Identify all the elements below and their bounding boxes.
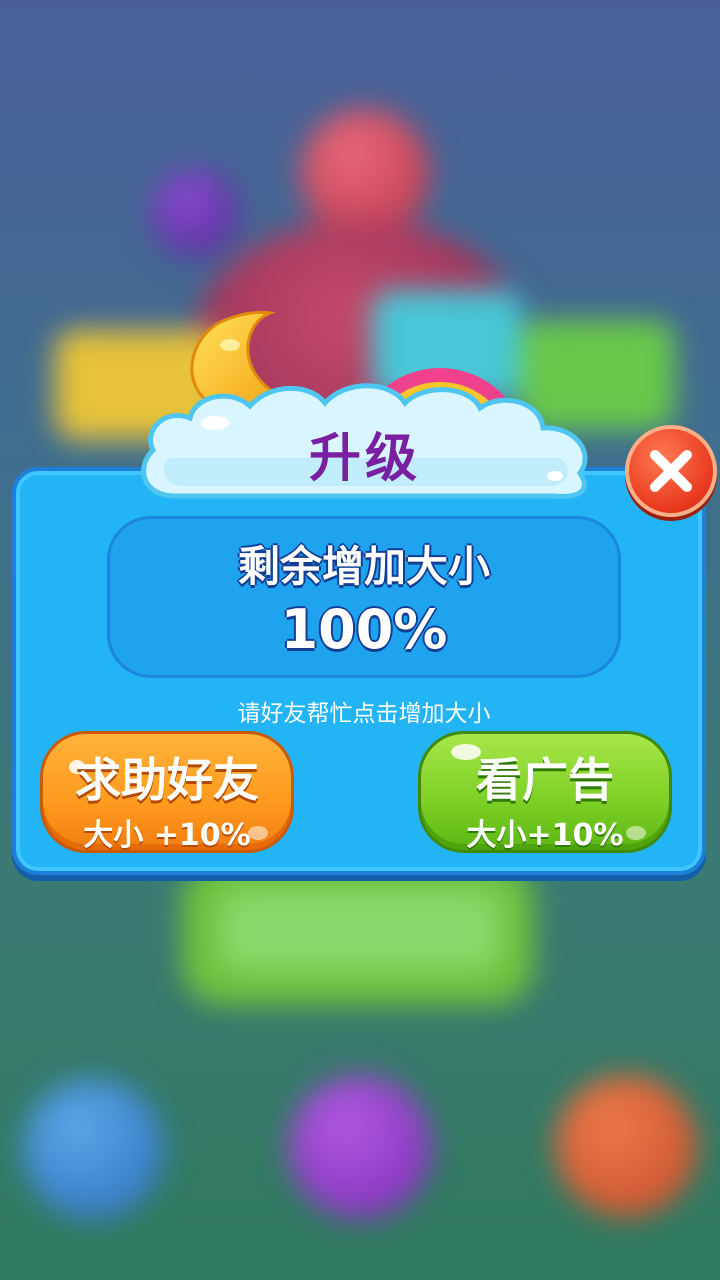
watch-ad-label: 看广告 <box>476 753 614 807</box>
remaining-size-label: 剩余增加大小 <box>237 542 490 591</box>
watch-ad-bonus: 大小+10% <box>466 818 624 853</box>
bg-purple-ball <box>150 168 240 258</box>
remaining-size-value: 100% <box>280 598 448 661</box>
help-hint: 请好友帮忙点击增加大小 <box>237 701 491 727</box>
bg-share-button <box>555 1075 697 1217</box>
ask-friend-bonus: 大小 +10% <box>83 818 251 853</box>
bg-rank-button <box>22 1078 164 1220</box>
bg-skin-button <box>288 1075 432 1219</box>
ask-friend-label: 求助好友 <box>75 753 259 807</box>
close-button[interactable] <box>625 425 717 517</box>
dialog-title: 升级 <box>308 429 421 489</box>
bg-red-ball <box>300 108 430 238</box>
close-icon <box>650 450 692 492</box>
bg-start-button-inner <box>220 890 500 970</box>
ask-friend-button[interactable]: 求助好友 大小 +10% <box>40 731 294 853</box>
watch-ad-button[interactable]: 看广告 大小+10% <box>418 731 672 853</box>
